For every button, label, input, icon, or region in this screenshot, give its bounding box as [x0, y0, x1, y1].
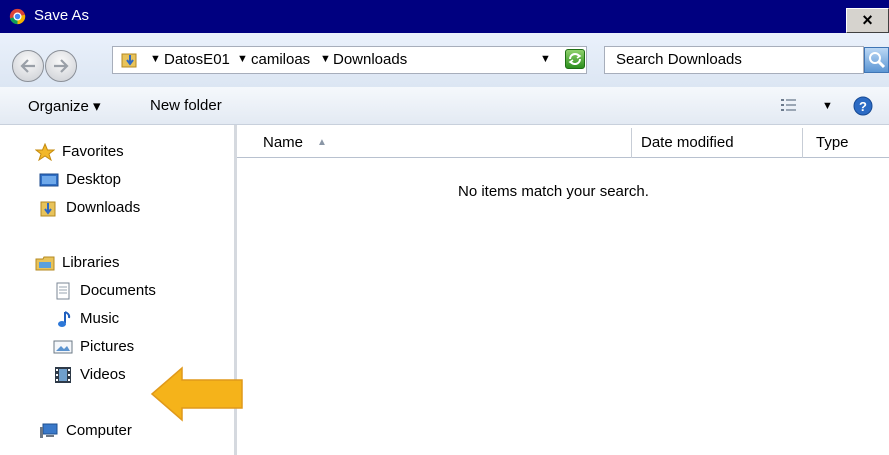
- column-header-name[interactable]: Name: [263, 134, 303, 151]
- new-folder-button[interactable]: New folder: [150, 97, 222, 114]
- libraries-icon: [35, 256, 55, 271]
- chevron-right-icon[interactable]: ▼: [237, 53, 248, 65]
- nav-label: Documents: [80, 282, 156, 299]
- annotation-arrow-icon: [150, 366, 243, 422]
- breadcrumb-datose01[interactable]: DatosE01: [164, 51, 230, 68]
- nav-label: Downloads: [66, 199, 141, 216]
- nav-label: Favorites: [62, 143, 124, 160]
- column-header-type[interactable]: Type: [816, 134, 849, 151]
- breadcrumb-camiloas[interactable]: camiloas: [251, 51, 310, 68]
- forward-arrow-icon: [54, 59, 69, 73]
- search-button[interactable]: [864, 47, 889, 73]
- view-options-icon[interactable]: [780, 97, 798, 113]
- breadcrumb-downloads[interactable]: Downloads: [333, 51, 407, 68]
- computer-icon: [40, 423, 58, 438]
- nav-label: Videos: [80, 366, 126, 383]
- documents-icon: [56, 282, 70, 300]
- refresh-button[interactable]: [565, 49, 585, 69]
- videos-film-icon: [55, 367, 71, 383]
- chrome-icon: [9, 8, 26, 25]
- column-header-date-modified[interactable]: Date modified: [641, 134, 734, 151]
- nav-label: Pictures: [80, 338, 135, 355]
- chevron-right-icon[interactable]: ▼: [320, 53, 331, 65]
- organize-menu-button[interactable]: Organize ▾: [28, 97, 101, 115]
- star-icon: [35, 143, 55, 161]
- music-note-icon: [58, 311, 71, 327]
- pictures-icon: [53, 340, 73, 354]
- help-icon[interactable]: ?: [852, 95, 874, 117]
- search-placeholder: Search Downloads: [616, 51, 742, 68]
- empty-results-message: No items match your search.: [458, 183, 649, 200]
- nav-label: Libraries: [62, 254, 120, 271]
- title-bar: Save As: [0, 0, 889, 33]
- column-separator[interactable]: [631, 128, 632, 158]
- back-button[interactable]: [12, 50, 44, 82]
- svg-text:?: ?: [859, 99, 867, 114]
- nav-label: Music: [80, 310, 120, 327]
- refresh-icon: [568, 53, 582, 65]
- command-bar: [0, 87, 889, 125]
- view-chevron-down-icon[interactable]: ▼: [822, 100, 833, 112]
- nav-label: Desktop: [66, 171, 122, 188]
- column-header-row: [237, 128, 889, 158]
- downloads-folder-icon: [40, 201, 56, 217]
- close-button[interactable]: ×: [846, 8, 889, 33]
- window-title: Save As: [34, 7, 90, 24]
- forward-button[interactable]: [45, 50, 77, 82]
- desktop-icon: [39, 173, 59, 187]
- address-history-chevron-down-icon[interactable]: ▼: [540, 53, 551, 65]
- column-separator[interactable]: [802, 128, 803, 158]
- sort-ascending-icon: ▲: [317, 137, 327, 148]
- downloads-folder-icon: [121, 53, 137, 68]
- back-arrow-icon: [20, 59, 35, 73]
- chevron-right-icon[interactable]: ▼: [150, 53, 161, 65]
- search-icon: [869, 52, 886, 69]
- nav-label: Computer: [66, 422, 132, 439]
